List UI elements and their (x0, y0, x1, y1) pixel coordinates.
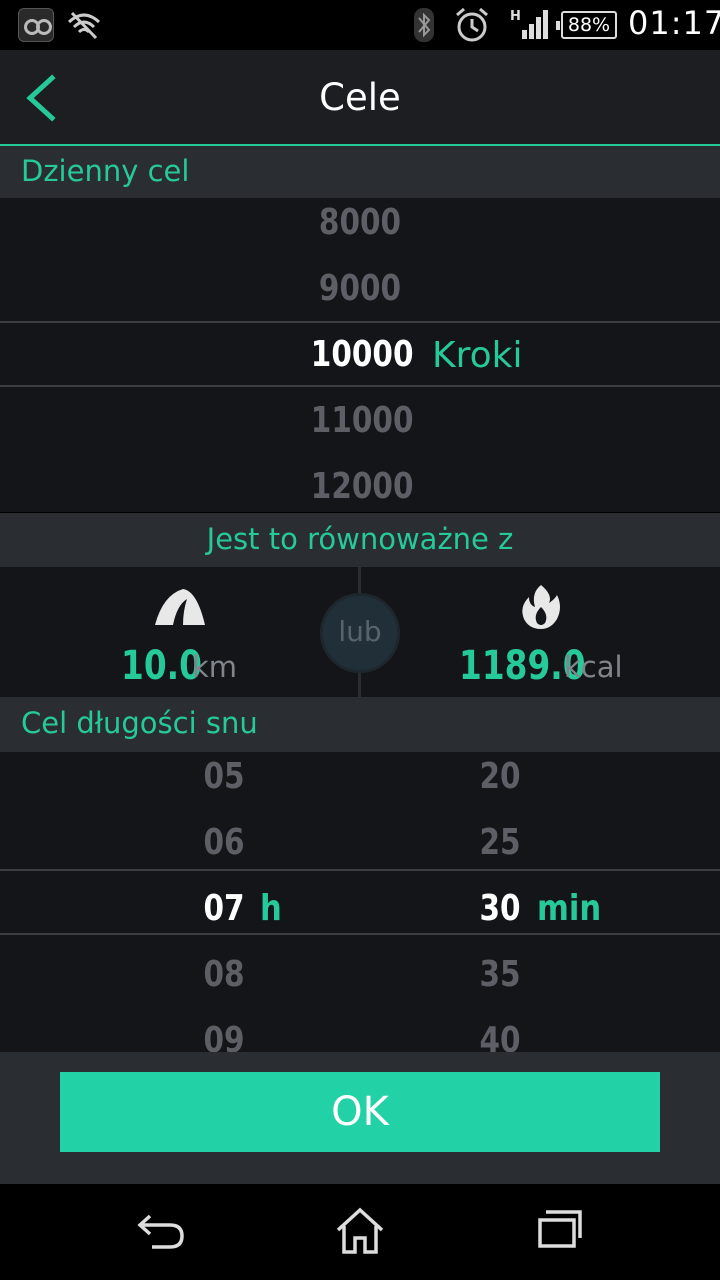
minutes-option[interactable]: 20 (475, 756, 524, 797)
daily-goal-title: Dzienny cel (21, 154, 190, 188)
bluetooth-icon (414, 8, 434, 42)
road-icon (153, 589, 205, 625)
distance-value: 10.0 (121, 643, 202, 689)
alarm-icon (456, 7, 488, 42)
sleep-picker[interactable]: 05 06 07 h 08 09 20 25 30 min 35 40 (0, 752, 720, 1052)
steps-option[interactable]: 11000 (311, 400, 414, 441)
daily-goal-header: Dzienny cel (0, 146, 720, 198)
steps-option[interactable]: 12000 (311, 466, 414, 507)
signal-icon: H (510, 9, 548, 39)
bottom-action-area: OK (0, 1052, 720, 1184)
flame-icon (522, 585, 560, 629)
steps-option[interactable]: 9000 (311, 268, 409, 309)
minutes-unit: min (537, 888, 602, 929)
selection-line-top (0, 321, 720, 323)
recents-nav-icon[interactable] (536, 1206, 584, 1252)
ok-button[interactable]: OK (60, 1072, 660, 1152)
minutes-selected[interactable]: 30 (475, 888, 524, 929)
equivalent-panel: 10.0 km lub 1189.0 kcal (0, 567, 720, 697)
steps-selected[interactable]: 10000 (311, 334, 414, 375)
wifi-off-icon (67, 11, 101, 40)
steps-picker[interactable]: 8000 9000 10000 Kroki 11000 12000 (0, 198, 720, 512)
minutes-option[interactable]: 40 (475, 1020, 524, 1052)
battery-indicator: 88% (556, 11, 617, 39)
hours-selected[interactable]: 07 (199, 888, 248, 929)
hours-unit: h (260, 888, 282, 929)
svg-text:H: H (510, 9, 521, 24)
hours-option[interactable]: 08 (199, 954, 248, 995)
equivalent-header: Jest to równoważne z (0, 513, 720, 567)
minutes-option[interactable]: 25 (475, 822, 524, 863)
distance-unit: km (192, 650, 238, 684)
sleep-goal-header: Cel długości snu (0, 697, 720, 752)
minutes-option[interactable]: 35 (475, 954, 524, 995)
or-badge: lub (320, 593, 400, 673)
home-nav-icon[interactable] (334, 1206, 386, 1256)
steps-unit: Kroki (432, 335, 523, 376)
clock: 01:17 (628, 4, 720, 42)
sleep-goal-title: Cel długości snu (21, 706, 258, 740)
system-navigation-bar (0, 1184, 720, 1280)
app-header: Cele (0, 50, 720, 144)
selection-line-top (0, 869, 720, 871)
selection-line-bottom (0, 385, 720, 387)
back-nav-icon[interactable] (136, 1206, 186, 1256)
steps-option[interactable]: 8000 (311, 202, 409, 243)
selection-line-bottom (0, 933, 720, 935)
hours-option[interactable]: 09 (199, 1020, 248, 1052)
app-notification-icon (18, 8, 54, 42)
calories-unit: kcal (564, 650, 623, 684)
hours-option[interactable]: 06 (199, 822, 248, 863)
equivalent-title: Jest to równoważne z (206, 522, 514, 556)
status-bar: H 88% 01:17 (0, 0, 720, 50)
hours-option[interactable]: 05 (199, 756, 248, 797)
page-title: Cele (319, 76, 401, 119)
